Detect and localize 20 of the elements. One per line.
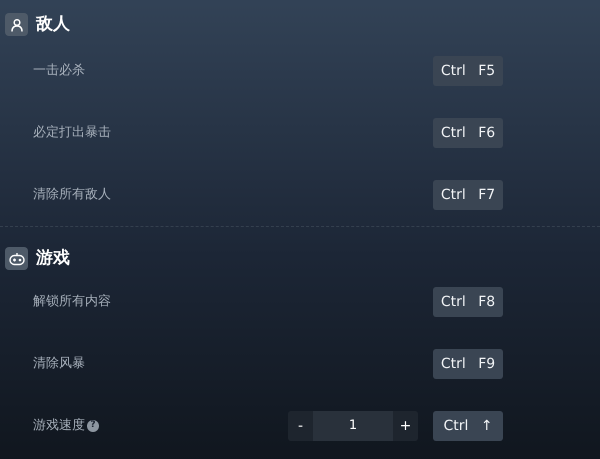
option-label: 清除所有敌人 <box>33 186 111 204</box>
person-icon <box>10 18 24 32</box>
decrement-button[interactable]: - <box>288 411 313 441</box>
option-label: 解锁所有内容 <box>33 293 111 312</box>
hotkey-button[interactable]: Ctrl F9 <box>433 349 503 379</box>
value-field[interactable]: 1 <box>313 411 393 441</box>
hotkey-button[interactable]: Ctrl F6 <box>433 118 503 148</box>
option-label: 一击必杀 <box>33 62 85 80</box>
help-icon[interactable]: ? <box>87 420 99 432</box>
hotkey-button[interactable]: Ctrl F8 <box>433 287 503 317</box>
hotkey-button[interactable]: Ctrl ↑ <box>433 411 503 441</box>
hotkey-button[interactable]: Ctrl F7 <box>433 180 503 210</box>
section-title: 游戏 <box>36 247 70 270</box>
option-label: 清除风暴 <box>33 355 85 374</box>
increment-button[interactable]: + <box>393 411 418 441</box>
option-label: 游戏速度 <box>33 417 85 436</box>
section-title: 敌人 <box>36 13 70 36</box>
option-label: 必定打出暴击 <box>33 124 111 142</box>
hotkey-button[interactable]: Ctrl F5 <box>433 56 503 86</box>
gamepad-icon <box>8 252 24 266</box>
